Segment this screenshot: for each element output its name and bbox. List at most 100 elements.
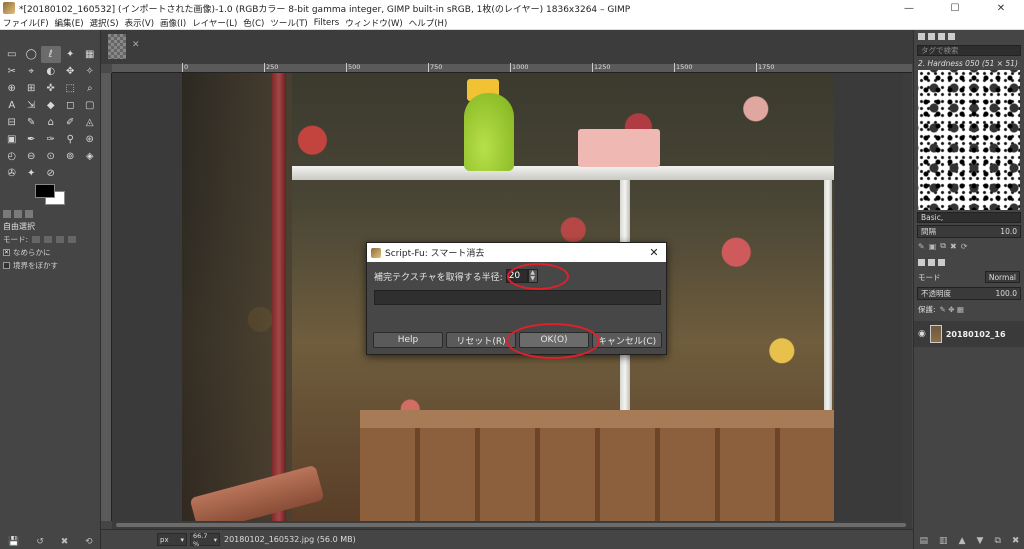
tool-button[interactable]: ⊟ [2, 114, 22, 131]
menu-layer[interactable]: レイヤー(L) [189, 17, 240, 29]
layer-name[interactable]: 20180102_16 [946, 330, 1006, 339]
lock-icons[interactable]: ✎ ✥ ▦ [936, 305, 1020, 314]
paths-tab-icon[interactable] [938, 259, 945, 266]
eye-icon[interactable]: ◉ [918, 329, 926, 339]
tool-button[interactable]: ⊕ [2, 80, 22, 97]
zoom-select[interactable]: 66.7 % ▾ [190, 532, 220, 548]
color-swatches[interactable] [32, 184, 68, 210]
new-layer-icon[interactable]: ▤ [920, 536, 929, 546]
brush-preset-select[interactable]: Basic, [917, 212, 1021, 223]
tool-button[interactable]: ✂ [2, 63, 22, 80]
horizontal-scroll-thumb[interactable] [116, 523, 906, 527]
mode-intersect-icon[interactable] [68, 236, 77, 243]
menu-image[interactable]: 画像(I) [157, 17, 189, 29]
tool-button[interactable]: ◐ [41, 63, 61, 80]
raise-layer-icon[interactable]: ▲ [959, 536, 966, 546]
radius-input[interactable]: 20 [505, 269, 528, 283]
patterns-tab-icon[interactable] [928, 33, 935, 40]
menu-file[interactable]: ファイル(F) [0, 17, 52, 29]
tool-button[interactable]: ✧ [80, 63, 100, 80]
tool-button[interactable]: ◈ [80, 148, 100, 165]
layers-tab-icon[interactable] [918, 259, 925, 266]
tool-button[interactable]: ⌕ [80, 80, 100, 97]
vertical-ruler[interactable] [101, 73, 112, 521]
edit-brush-icon[interactable]: ✎ [918, 242, 925, 251]
gradients-tab-icon[interactable] [948, 33, 955, 40]
spin-down-icon[interactable]: ▼ [529, 276, 537, 282]
feather-checkbox[interactable] [3, 262, 10, 269]
tool-button[interactable]: ◯ [22, 46, 42, 63]
tool-button[interactable]: ✜ [41, 80, 61, 97]
menu-help[interactable]: ヘルプ(H) [406, 17, 451, 29]
vertical-scrollbar[interactable] [903, 73, 912, 521]
menu-colors[interactable]: 色(C) [240, 17, 267, 29]
new-brush-icon[interactable]: ▣ [929, 242, 937, 251]
minimize-button[interactable]: — [886, 0, 932, 16]
delete-layer-icon[interactable]: ✖ [1012, 536, 1020, 546]
mode-replace-icon[interactable] [32, 236, 41, 243]
fonts-tab-icon[interactable] [938, 33, 945, 40]
tool-button[interactable]: ▣ [2, 131, 22, 148]
tool-options-tab-icon[interactable] [3, 210, 11, 218]
save-options-icon[interactable]: 💾 [8, 537, 19, 547]
horizontal-scrollbar[interactable] [112, 521, 912, 529]
unit-select[interactable]: px ▾ [157, 533, 187, 546]
cancel-button[interactable]: キャンセル(C) [592, 332, 662, 348]
tool-button[interactable]: ◴ [2, 148, 22, 165]
device-status-tab-icon[interactable] [14, 210, 22, 218]
tool-button[interactable]: ✦ [22, 165, 42, 182]
mode-subtract-icon[interactable] [56, 236, 65, 243]
delete-brush-icon[interactable]: ✖ [950, 242, 957, 251]
horizontal-ruler[interactable]: 0 250 500 750 1000 1250 1500 1750 [112, 63, 912, 73]
spacing-slider[interactable]: 間隔 10.0 [917, 225, 1021, 238]
restore-options-icon[interactable]: ↺ [36, 537, 44, 547]
layer-mode-select[interactable]: Normal [984, 271, 1020, 283]
brushes-tab-icon[interactable] [918, 33, 925, 40]
feather-row[interactable]: 境界をぼかす [0, 259, 101, 272]
tool-button[interactable]: ▭ [2, 46, 22, 63]
radius-spinner[interactable]: ▲ ▼ [527, 269, 538, 283]
tool-button[interactable]: ▢ [80, 97, 100, 114]
tool-button[interactable]: ✒ [22, 131, 42, 148]
antialias-row[interactable]: ✕ なめらかに [0, 246, 101, 259]
tool-button[interactable]: A [2, 97, 22, 114]
reset-button[interactable]: リセット(R) [446, 332, 516, 348]
brush-grid[interactable] [918, 70, 1020, 210]
mode-add-icon[interactable] [44, 236, 53, 243]
tool-button[interactable]: ⇲ [22, 97, 42, 114]
image-tab-close-icon[interactable]: ✕ [132, 40, 140, 50]
layer-item[interactable]: ◉ 20180102_16 [914, 321, 1024, 347]
tool-button[interactable]: ⌖ [22, 63, 42, 80]
undo-history-tab-icon[interactable] [25, 210, 33, 218]
close-window-button[interactable]: ✕ [978, 0, 1024, 16]
foreground-color[interactable] [35, 184, 55, 198]
lower-layer-icon[interactable]: ▼ [977, 536, 984, 546]
menu-edit[interactable]: 編集(E) [52, 17, 87, 29]
duplicate-layer-icon[interactable]: ⧉ [994, 536, 1000, 546]
ruler-corner[interactable] [101, 64, 112, 73]
tool-button[interactable]: ✦ [61, 46, 81, 63]
help-button[interactable]: Help [373, 332, 443, 348]
menu-view[interactable]: 表示(V) [122, 17, 157, 29]
tool-button[interactable]: ⊖ [22, 148, 42, 165]
dialog-close-icon[interactable]: ✕ [642, 246, 666, 259]
tool-button[interactable]: ✎ [22, 114, 42, 131]
refresh-brush-icon[interactable]: ⟳ [961, 242, 968, 251]
tool-button[interactable]: ◆ [41, 97, 61, 114]
tool-button[interactable]: ▦ [80, 46, 100, 63]
tool-button[interactable]: ⊘ [41, 165, 61, 182]
dialog-title-bar[interactable]: Script-Fu: スマート消去 ✕ [367, 243, 666, 262]
tool-button[interactable]: ⊚ [61, 148, 81, 165]
tool-button[interactable]: ⌂ [41, 114, 61, 131]
antialias-checkbox[interactable]: ✕ [3, 249, 10, 256]
tool-button[interactable]: ⊞ [22, 80, 42, 97]
menu-filters[interactable]: Filters [311, 18, 342, 28]
reset-options-icon[interactable]: ⟲ [85, 537, 93, 547]
new-group-icon[interactable]: ▥ [939, 536, 948, 546]
tool-button[interactable]: ⊛ [80, 131, 100, 148]
tool-button[interactable]: ◬ [80, 114, 100, 131]
maximize-button[interactable]: ☐ [932, 0, 978, 16]
duplicate-brush-icon[interactable]: ⧉ [940, 241, 946, 251]
opacity-slider[interactable]: 不透明度 100.0 [917, 287, 1021, 300]
tool-button[interactable]: ⊙ [41, 148, 61, 165]
